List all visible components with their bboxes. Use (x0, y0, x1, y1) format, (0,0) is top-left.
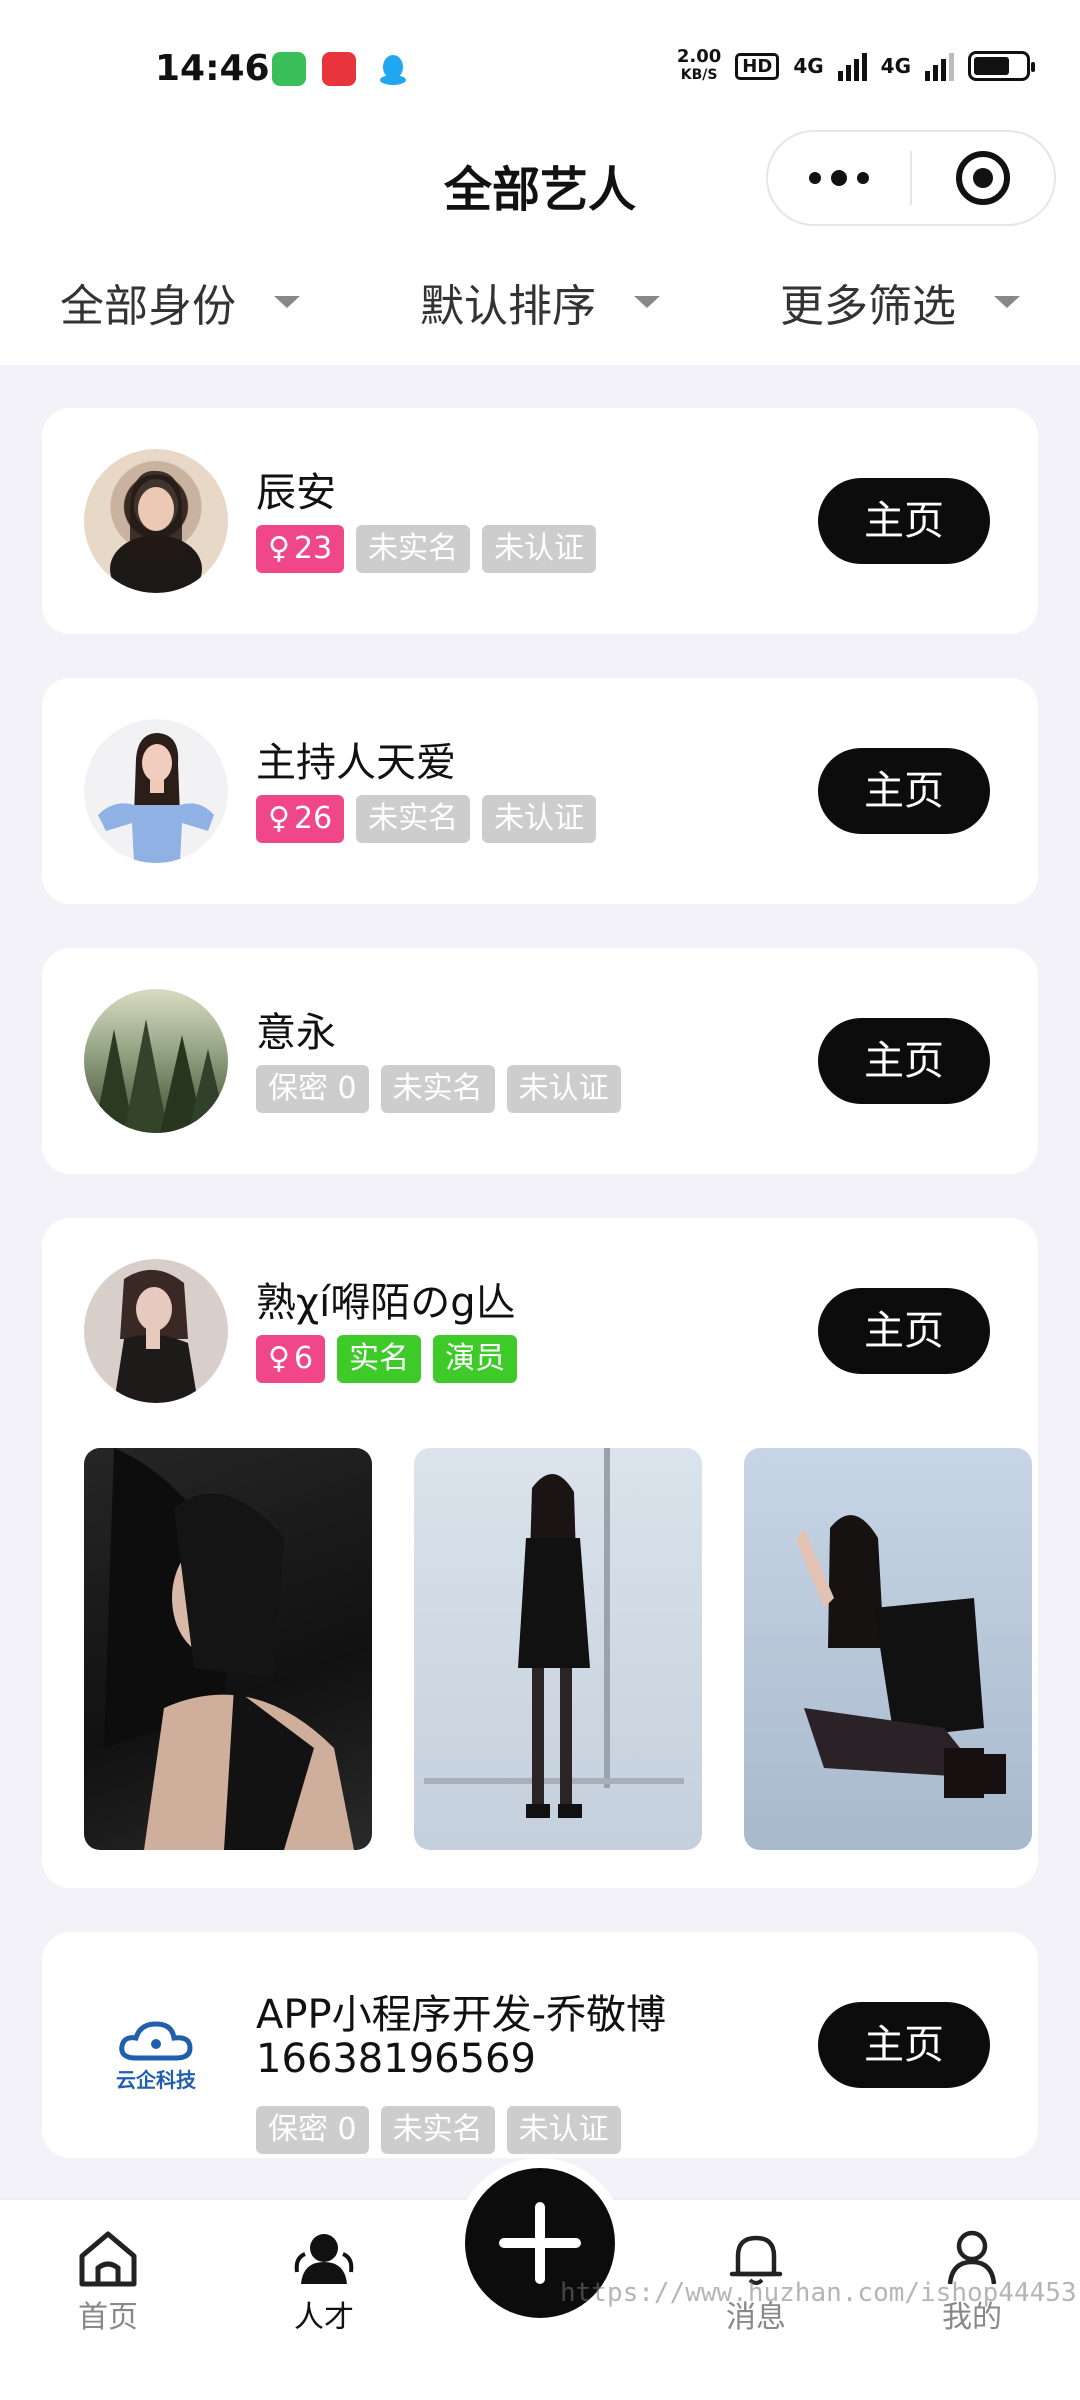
title-bar: 全部艺人 (0, 130, 1080, 240)
caret-down-icon (634, 296, 660, 308)
mini-program-capsule (766, 130, 1056, 226)
artist-tags: 保密 0 未实名 未认证 (256, 1065, 621, 1113)
certified-tag: 未认证 (506, 2106, 621, 2154)
artist-tags: ♀ 26 未实名 未认证 (256, 795, 597, 843)
signal-icon (837, 51, 867, 81)
artist-name: APP小程序开发-乔敬博 (256, 1992, 667, 2038)
wechat-app-icon (272, 52, 306, 86)
close-mini-program-button[interactable] (912, 132, 1054, 224)
role-tag: 演员 (433, 1335, 518, 1383)
home-icon (79, 2231, 137, 2287)
realname-tag: 未实名 (356, 525, 471, 573)
more-menu-button[interactable] (768, 132, 910, 224)
female-icon: ♀ (268, 801, 290, 836)
gender-age-tag: ♀ 26 (256, 795, 345, 843)
nav-home[interactable]: 首页 (48, 2228, 168, 2336)
speed-value: 2.00 (676, 46, 722, 67)
realname-tag: 未实名 (380, 1065, 495, 1113)
avatar (84, 1259, 228, 1403)
filter-label: 更多筛选 (780, 281, 956, 332)
bottom-nav: 首页 人才 消息 我的 https://www.huzhan.com/ishop… (0, 2158, 1080, 2400)
nav-talent[interactable]: 人才 (264, 2228, 384, 2336)
gender-age-tag: ♀ 6 (256, 1335, 326, 1383)
hd-badge: HD (735, 52, 780, 80)
home-button[interactable]: 主页 (818, 1288, 990, 1374)
filter-bar: 全部身份 默认排序 更多筛选 (0, 240, 1080, 365)
nav-label: 人才 (294, 2300, 354, 2335)
home-button[interactable]: 主页 (818, 748, 990, 834)
certified-tag: 未认证 (482, 795, 597, 843)
filter-sort[interactable]: 默认排序 (360, 240, 720, 334)
battery-level (974, 57, 1009, 75)
dot-icon (831, 170, 847, 186)
certified-tag: 未认证 (482, 525, 597, 573)
artist-tags: ♀ 6 实名 演员 (256, 1335, 518, 1383)
filter-label: 默认排序 (420, 281, 596, 332)
artist-card[interactable]: 辰安 ♀ 23 未实名 未认证 主页 (42, 408, 1038, 634)
realname-tag: 实名 (337, 1335, 422, 1383)
qq-app-icon (376, 52, 410, 86)
gallery-photo[interactable] (744, 1448, 1032, 1850)
network-type-1: 4G (793, 54, 824, 78)
gallery-photo[interactable] (414, 1448, 702, 1850)
news-app-icon (322, 52, 356, 86)
female-icon: ♀ (268, 1341, 290, 1376)
signal-icon-2 (925, 51, 954, 81)
artist-card[interactable]: 意永 保密 0 未实名 未认证 主页 (42, 948, 1038, 1174)
logo-text: 云企科技 (116, 2067, 196, 2092)
artist-name: 主持人天爱 (256, 740, 456, 786)
status-bar: 14:46 2.00 KB/S HD 4G 4G (0, 0, 1080, 130)
status-indicators: 2.00 KB/S HD 4G 4G (677, 48, 1035, 84)
filter-more[interactable]: 更多筛选 (720, 240, 1080, 334)
caret-down-icon (274, 296, 300, 308)
certified-tag: 未认证 (506, 1065, 621, 1113)
home-button[interactable]: 主页 (818, 2002, 990, 2088)
female-icon: ♀ (268, 531, 290, 566)
artist-card[interactable]: 云企科技 APP小程序开发-乔敬博 16638196569 保密 0 未实名 未… (42, 1932, 1038, 2158)
battery-icon (968, 51, 1035, 81)
avatar (84, 989, 228, 1133)
watermark: https://www.huzhan.com/ishop44453 (560, 2278, 1077, 2308)
artist-name: 熟χí嘚陌のg亾 (256, 1280, 516, 1326)
cloud-logo-icon (119, 2020, 193, 2060)
target-icon (956, 151, 1010, 205)
company-logo: 云企科技 (84, 1984, 228, 2128)
filter-label: 全部身份 (60, 281, 236, 332)
artist-name: 辰安 (256, 470, 336, 516)
plus-icon (499, 2202, 581, 2284)
people-icon (294, 2234, 354, 2284)
network-speed: 2.00 KB/S (677, 48, 721, 84)
home-button[interactable]: 主页 (818, 478, 990, 564)
avatar (84, 719, 228, 863)
status-time: 14:46 (155, 48, 270, 89)
network-type-2: 4G (880, 54, 911, 78)
photo-gallery (84, 1448, 1032, 1850)
artist-phone: 16638196569 (256, 2036, 536, 2082)
speed-unit: KB/S (680, 67, 718, 83)
gender-age-tag: ♀ 23 (256, 525, 345, 573)
artist-tags: 保密 0 未实名 未认证 (256, 2106, 621, 2154)
gender-age-tag: 保密 0 (256, 1065, 369, 1113)
artist-name: 意永 (256, 1010, 336, 1056)
dot-icon (857, 172, 869, 184)
caret-down-icon (994, 296, 1020, 308)
nav-label: 首页 (78, 2300, 138, 2335)
artist-card[interactable]: 熟χí嘚陌のg亾 ♀ 6 实名 演员 主页 (42, 1218, 1038, 1888)
realname-tag: 未实名 (380, 2106, 495, 2154)
artist-tags: ♀ 23 未实名 未认证 (256, 525, 597, 573)
avatar (84, 449, 228, 593)
dot-icon (809, 172, 821, 184)
artist-card[interactable]: 主持人天爱 ♀ 26 未实名 未认证 主页 (42, 678, 1038, 904)
home-button[interactable]: 主页 (818, 1018, 990, 1104)
filter-identity[interactable]: 全部身份 (0, 240, 360, 334)
gender-age-tag: 保密 0 (256, 2106, 369, 2154)
gallery-photo[interactable] (84, 1448, 372, 1850)
realname-tag: 未实名 (356, 795, 471, 843)
